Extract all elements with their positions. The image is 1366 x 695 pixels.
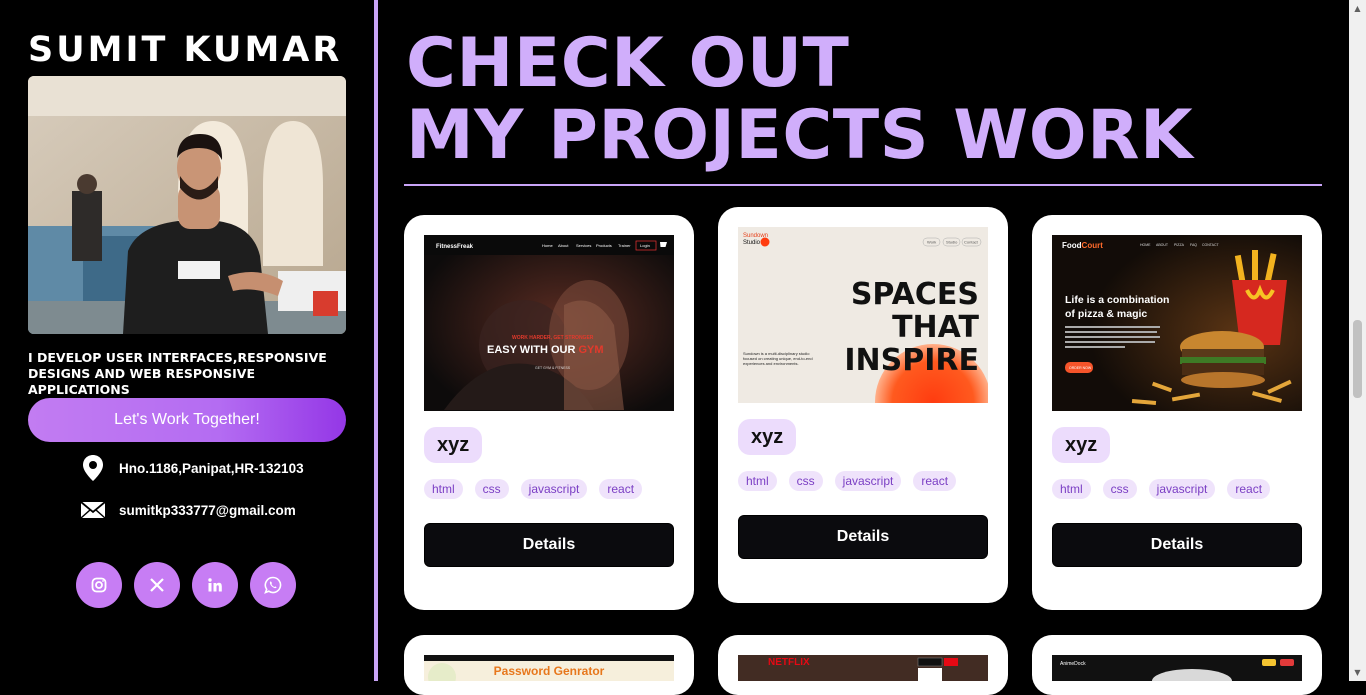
mock-brand: AnimeDock xyxy=(1060,661,1086,667)
tech-tag: javascript xyxy=(1148,479,1216,499)
project-screenshot: AnimeDock xyxy=(1052,655,1302,681)
tag-list: html css javascript react xyxy=(738,471,957,491)
tech-tag: javascript xyxy=(834,471,902,491)
work-together-button[interactable]: Let's Work Together! xyxy=(28,398,346,442)
mock-blurb: Sundown is a multi-disciplinary studio f… xyxy=(743,351,813,366)
tag-list: html css javascript react xyxy=(1052,479,1271,499)
mock-nav-item: Studio xyxy=(946,240,958,245)
mock-nav-item: Work xyxy=(927,240,936,245)
project-card: Password Genrator xyxy=(404,635,694,695)
mock-nav-item: Products xyxy=(596,243,612,248)
tech-tag: css xyxy=(788,471,823,491)
linkedin-icon[interactable] xyxy=(192,562,238,608)
project-card: AnimeDock xyxy=(1032,635,1322,695)
project-card: FoodCourt HOME ABOUT PIZZA FAQ CONTACT L… xyxy=(1032,215,1322,610)
tech-tag: css xyxy=(1102,479,1137,499)
profile-tagline: I DEVELOP USER INTERFACES,RESPONSIVE DES… xyxy=(28,350,327,397)
mock-headline: Password Genrator xyxy=(494,664,605,678)
project-screenshot: NETFLIX xyxy=(738,655,988,681)
email-text[interactable]: sumitkp333777@gmail.com xyxy=(119,503,296,518)
project-screenshot: FoodCourt HOME ABOUT PIZZA FAQ CONTACT L… xyxy=(1052,235,1302,411)
mock-nav-item: FAQ xyxy=(1190,243,1197,247)
email-row: sumitkp333777@gmail.com xyxy=(78,496,296,524)
tech-tag: javascript xyxy=(520,479,588,499)
profile-name: SUMIT KUMAR xyxy=(28,30,343,70)
address-text: Hno.1186,Panipat,HR-132103 xyxy=(119,460,304,476)
mock-cta: GET GYM & FITNESS xyxy=(535,366,571,370)
mock-brand-b: Studio xyxy=(743,240,761,246)
mock-brand: FitnessFreak xyxy=(436,244,474,250)
mock-nav-item: Login xyxy=(640,243,650,248)
mail-icon xyxy=(78,496,108,524)
mock-headline-line: of pizza & magic xyxy=(1065,308,1147,320)
mock-headline: EASY WITH OUR GYM xyxy=(487,344,604,356)
project-screenshot: Password Genrator xyxy=(424,655,674,681)
mock-brand: FoodCourt xyxy=(1062,241,1103,250)
heading-divider xyxy=(404,184,1322,186)
social-links xyxy=(76,562,296,608)
profile-photo xyxy=(28,76,346,334)
mock-headline-line: SPACES xyxy=(851,277,979,312)
mock-nav-item: HOME xyxy=(1140,243,1151,247)
tech-tag: react xyxy=(913,471,957,491)
scroll-down-icon[interactable]: ▼ xyxy=(1352,668,1363,677)
sidebar-divider xyxy=(374,0,378,681)
mock-nav-item: Home xyxy=(542,243,553,248)
section-heading: CHECK OUT MY PROJECTS WORK xyxy=(406,28,1193,172)
project-title: xyz xyxy=(738,419,797,455)
details-button[interactable]: Details xyxy=(738,515,988,559)
mock-headline-line: Life is a combination xyxy=(1065,294,1169,306)
mock-cta: ORDER NOW xyxy=(1069,366,1092,370)
mock-nav-item: Services xyxy=(576,243,591,248)
tech-tag: html xyxy=(424,479,463,499)
project-title: xyz xyxy=(1052,427,1111,463)
mock-nav-item: Trainer xyxy=(618,243,631,248)
instagram-icon[interactable] xyxy=(76,562,122,608)
project-screenshot: Sundown Studio Work Studio Contact SPACE… xyxy=(738,227,988,403)
details-button[interactable]: Details xyxy=(1052,523,1302,567)
mock-headline-line: THAT xyxy=(892,310,979,345)
mock-brand: NETFLIX xyxy=(768,657,810,668)
whatsapp-icon[interactable] xyxy=(250,562,296,608)
mock-nav-item: PIZZA xyxy=(1174,243,1185,247)
project-screenshot: FitnessFreak Home About Services Product… xyxy=(424,235,674,411)
mock-kicker: WORK HARDER, GET STRONGER xyxy=(512,335,594,341)
mock-nav-item: About xyxy=(558,243,569,248)
location-pin-icon xyxy=(78,454,108,482)
heading-line-2: MY PROJECTS WORK xyxy=(406,96,1194,175)
tech-tag: html xyxy=(738,471,777,491)
mock-nav-item: CONTACT xyxy=(1202,243,1220,247)
tag-list: html css javascript react xyxy=(424,479,643,499)
project-title: xyz xyxy=(424,427,483,463)
tech-tag: html xyxy=(1052,479,1091,499)
heading-line-1: CHECK OUT xyxy=(406,24,850,103)
page-scrollbar[interactable]: ▲ ▼ xyxy=(1349,0,1366,681)
tech-tag: css xyxy=(474,479,509,499)
tech-tag: react xyxy=(599,479,643,499)
mock-headline-line: INSPIRE xyxy=(844,343,979,378)
scrollbar-thumb[interactable] xyxy=(1353,320,1362,398)
project-card: Sundown Studio Work Studio Contact SPACE… xyxy=(718,207,1008,603)
profile-sidebar: SUMIT KUMAR I DEVELOP USER INTERFACES,RE… xyxy=(0,0,374,681)
mock-nav-item: Contact xyxy=(964,240,979,245)
tech-tag: react xyxy=(1227,479,1271,499)
project-card: FitnessFreak Home About Services Product… xyxy=(404,215,694,610)
project-card: NETFLIX xyxy=(718,635,1008,695)
details-button[interactable]: Details xyxy=(424,523,674,567)
scroll-up-icon[interactable]: ▲ xyxy=(1352,4,1363,13)
mock-nav-item: ABOUT xyxy=(1156,243,1169,247)
address-row: Hno.1186,Panipat,HR-132103 xyxy=(78,454,304,482)
x-icon[interactable] xyxy=(134,562,180,608)
